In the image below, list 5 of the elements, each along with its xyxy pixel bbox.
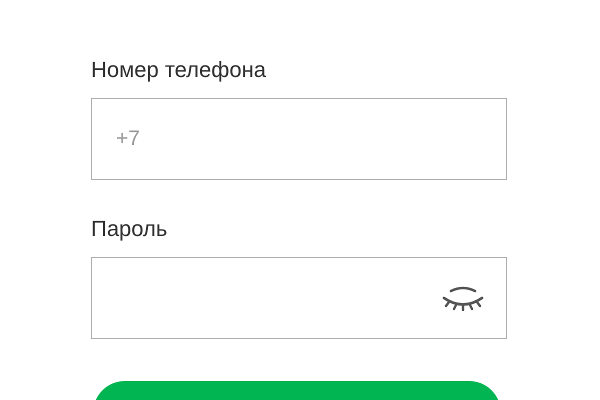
field-label: Номер телефона	[91, 56, 267, 84]
field-label: Пароль	[91, 215, 168, 243]
password-field[interactable]	[91, 257, 507, 339]
phone-field[interactable]: +7	[91, 98, 507, 180]
closed-eye-icon[interactable]	[441, 285, 485, 311]
